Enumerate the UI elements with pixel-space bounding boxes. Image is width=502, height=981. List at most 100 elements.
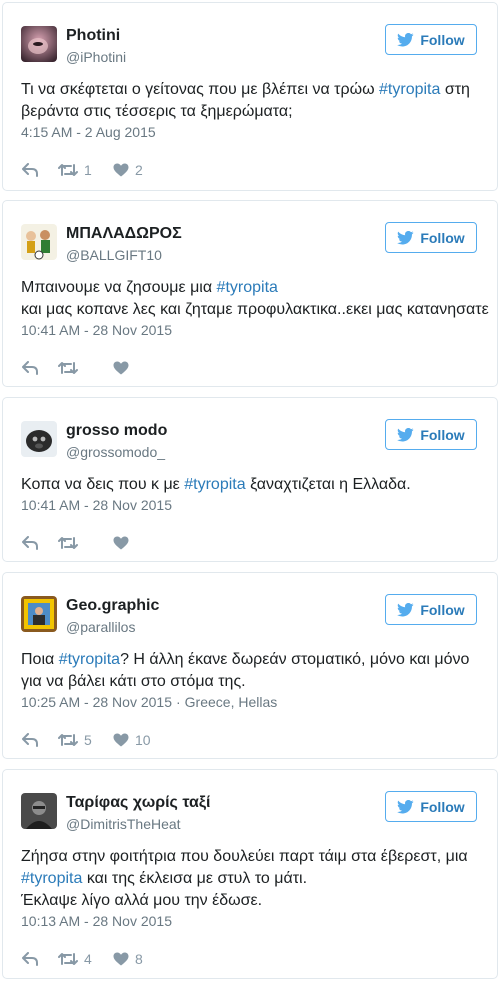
avatar[interactable] <box>21 793 57 829</box>
user-handle[interactable]: @DimitrisTheHeat <box>66 816 181 832</box>
tweet-text-line: και μας κοπανε λες και ζηταμε προφυλακτι… <box>21 299 489 321</box>
retweet-count: 4 <box>84 951 92 967</box>
hashtag-link[interactable]: #tyropita <box>379 81 440 98</box>
reply-button[interactable] <box>22 361 58 375</box>
retweet-icon <box>58 734 78 746</box>
tweet-text-segment: Ποια <box>21 651 59 668</box>
reply-icon <box>22 733 38 747</box>
tweet-card: grosso modo @grossomodo_ Follow Κοπα να δει… <box>2 397 498 562</box>
avatar[interactable] <box>21 421 57 457</box>
tweet-actions: 48 <box>22 950 143 968</box>
tweet-card: ΜΠΑΛΑΔΩΡΟΣ @BALLGIFT10 Follow Μπαινουμε να … <box>2 200 498 387</box>
like-count: 10 <box>135 732 151 748</box>
reply-button[interactable] <box>22 733 58 747</box>
like-count: 8 <box>135 951 143 967</box>
tweet-text-line: Έκλαψε λίγο αλλά μου την έδωσε. <box>21 890 481 912</box>
like-button[interactable] <box>113 361 135 375</box>
tweet-text-line: βεράντα στις τέσσερις τα ξημερώματα; <box>21 101 481 123</box>
like-heart-icon <box>113 952 129 966</box>
hashtag-link[interactable]: #tyropita <box>59 651 120 668</box>
reply-button[interactable] <box>22 536 58 550</box>
follow-button[interactable]: Follow <box>385 419 477 450</box>
like-heart-icon <box>113 361 129 375</box>
tweet-card: Geo.graphic @parallilos Follow Ποια #tyropi… <box>2 572 498 759</box>
tweet-timestamp[interactable]: 10:25 AM - 28 Nov 2015 <box>21 694 172 710</box>
tweet-text-segment: ? Η άλλη έκανε δωρεάν στοματικό, μόνο κα… <box>120 651 470 668</box>
tweet-timestamp[interactable]: 10:13 AM - 28 Nov 2015 <box>21 913 172 929</box>
avatar[interactable] <box>21 224 57 260</box>
reply-button[interactable] <box>22 163 58 177</box>
reply-icon <box>22 361 38 375</box>
user-handle[interactable]: @iPhotini <box>66 49 126 65</box>
avatar[interactable] <box>21 26 57 62</box>
twitter-bird-icon <box>397 32 414 47</box>
user-display-name[interactable]: Ταρίφας χωρίς ταξί <box>66 794 210 812</box>
follow-button[interactable]: Follow <box>385 594 477 625</box>
hashtag-link[interactable]: #tyropita <box>217 279 278 296</box>
tweet-timestamp[interactable]: 10:41 AM - 28 Nov 2015 <box>21 322 172 338</box>
user-display-name[interactable]: ΜΠΑΛΑΔΩΡΟΣ <box>66 225 182 243</box>
tweet-timestamp[interactable]: 10:41 AM - 28 Nov 2015 <box>21 497 172 513</box>
retweet-button[interactable]: 1 <box>58 162 113 178</box>
hashtag-link[interactable]: #tyropita <box>184 476 245 493</box>
retweet-count: 1 <box>84 162 92 178</box>
tweet-text-segment: Ζήησα στην φοιτήτρια που δουλεύει παρτ τ… <box>21 848 468 865</box>
tweet-text: Ποια #tyropita? Η άλλη έκανε δωρεάν στομ… <box>21 649 481 693</box>
reply-button[interactable] <box>22 952 58 966</box>
tweet-location[interactable]: Greece, Hellas <box>185 694 278 710</box>
follow-button-label: Follow <box>420 426 465 443</box>
user-display-name[interactable]: Photini <box>66 27 120 45</box>
tweet-text-line: για να βάλει κάτι στο στόμα της. <box>21 671 481 693</box>
hashtag-link[interactable]: #tyropita <box>21 870 82 887</box>
twitter-bird-icon <box>397 602 414 617</box>
tweet-text-segment: Έκλαψε λίγο αλλά μου την έδωσε. <box>21 892 263 909</box>
tweet-actions <box>22 534 135 552</box>
retweet-button[interactable] <box>58 536 113 550</box>
tweet-meta: 10:41 AM - 28 Nov 2015 <box>21 497 172 513</box>
like-button[interactable]: 2 <box>113 162 143 178</box>
tweet-timestamp[interactable]: 4:15 AM - 2 Aug 2015 <box>21 124 156 140</box>
tweet-text-segment: για να βάλει κάτι στο στόμα της. <box>21 673 246 690</box>
retweet-icon <box>58 164 78 176</box>
tweet-meta: 10:13 AM - 28 Nov 2015 <box>21 913 172 929</box>
tweet-text: Τι να σκέφτεται ο γείτονας που με βλέπει… <box>21 79 481 123</box>
retweet-icon <box>58 537 78 549</box>
tweet-text-segment: στη <box>440 81 470 98</box>
reply-icon <box>22 952 38 966</box>
tweet-text-line: Μπαινουμε να ζησουμε μια #tyropita <box>21 277 481 299</box>
tweet-text-line: Κοπα να δεις που κ με #tyropita ξαναχτιζ… <box>21 474 481 496</box>
tweet-text-line: Τι να σκέφτεται ο γείτονας που με βλέπει… <box>21 79 481 101</box>
tweet-text-line: Ποια #tyropita? Η άλλη έκανε δωρεάν στομ… <box>21 649 481 671</box>
tweet-card: Ταρίφας χωρίς ταξί @DimitrisTheHeat Follow… <box>2 769 498 979</box>
tweet-text-segment: ξαναχτιζεται η Ελλαδα. <box>245 476 411 493</box>
user-handle[interactable]: @grossomodo_ <box>66 444 165 460</box>
avatar[interactable] <box>21 596 57 632</box>
user-display-name[interactable]: Geo.graphic <box>66 597 159 615</box>
like-heart-icon <box>113 733 129 747</box>
tweet-text-line: Ζήησα στην φοιτήτρια που δουλεύει παρτ τ… <box>21 846 481 868</box>
tweet-meta: 10:25 AM - 28 Nov 2015 · Greece, Hellas <box>21 694 277 710</box>
like-button[interactable]: 10 <box>113 732 151 748</box>
tweet-card: Photini @iPhotini Follow Τι να σκέφτεται ο … <box>2 2 498 191</box>
twitter-bird-icon <box>397 230 414 245</box>
like-button[interactable]: 8 <box>113 951 143 967</box>
like-count: 2 <box>135 162 143 178</box>
retweet-button[interactable]: 4 <box>58 951 113 967</box>
tweet-actions: 12 <box>22 161 143 179</box>
follow-button[interactable]: Follow <box>385 222 477 253</box>
follow-button[interactable]: Follow <box>385 24 477 55</box>
follow-button-label: Follow <box>420 798 465 815</box>
user-handle[interactable]: @BALLGIFT10 <box>66 247 162 263</box>
retweet-button[interactable]: 5 <box>58 732 113 748</box>
user-display-name[interactable]: grosso modo <box>66 422 167 440</box>
tweet-text-line: #tyropita και της έκλεισα με στυλ το μάτ… <box>21 868 481 890</box>
user-handle[interactable]: @parallilos <box>66 619 135 635</box>
reply-icon <box>22 163 38 177</box>
like-button[interactable] <box>113 536 135 550</box>
follow-button[interactable]: Follow <box>385 791 477 822</box>
retweet-button[interactable] <box>58 361 113 375</box>
reply-icon <box>22 536 38 550</box>
tweet-text-segment: και της έκλεισα με στυλ το μάτι. <box>82 870 308 887</box>
follow-button-label: Follow <box>420 229 465 246</box>
tweet-text-segment: Τι να σκέφτεται ο γείτονας που με βλέπει… <box>21 81 380 98</box>
